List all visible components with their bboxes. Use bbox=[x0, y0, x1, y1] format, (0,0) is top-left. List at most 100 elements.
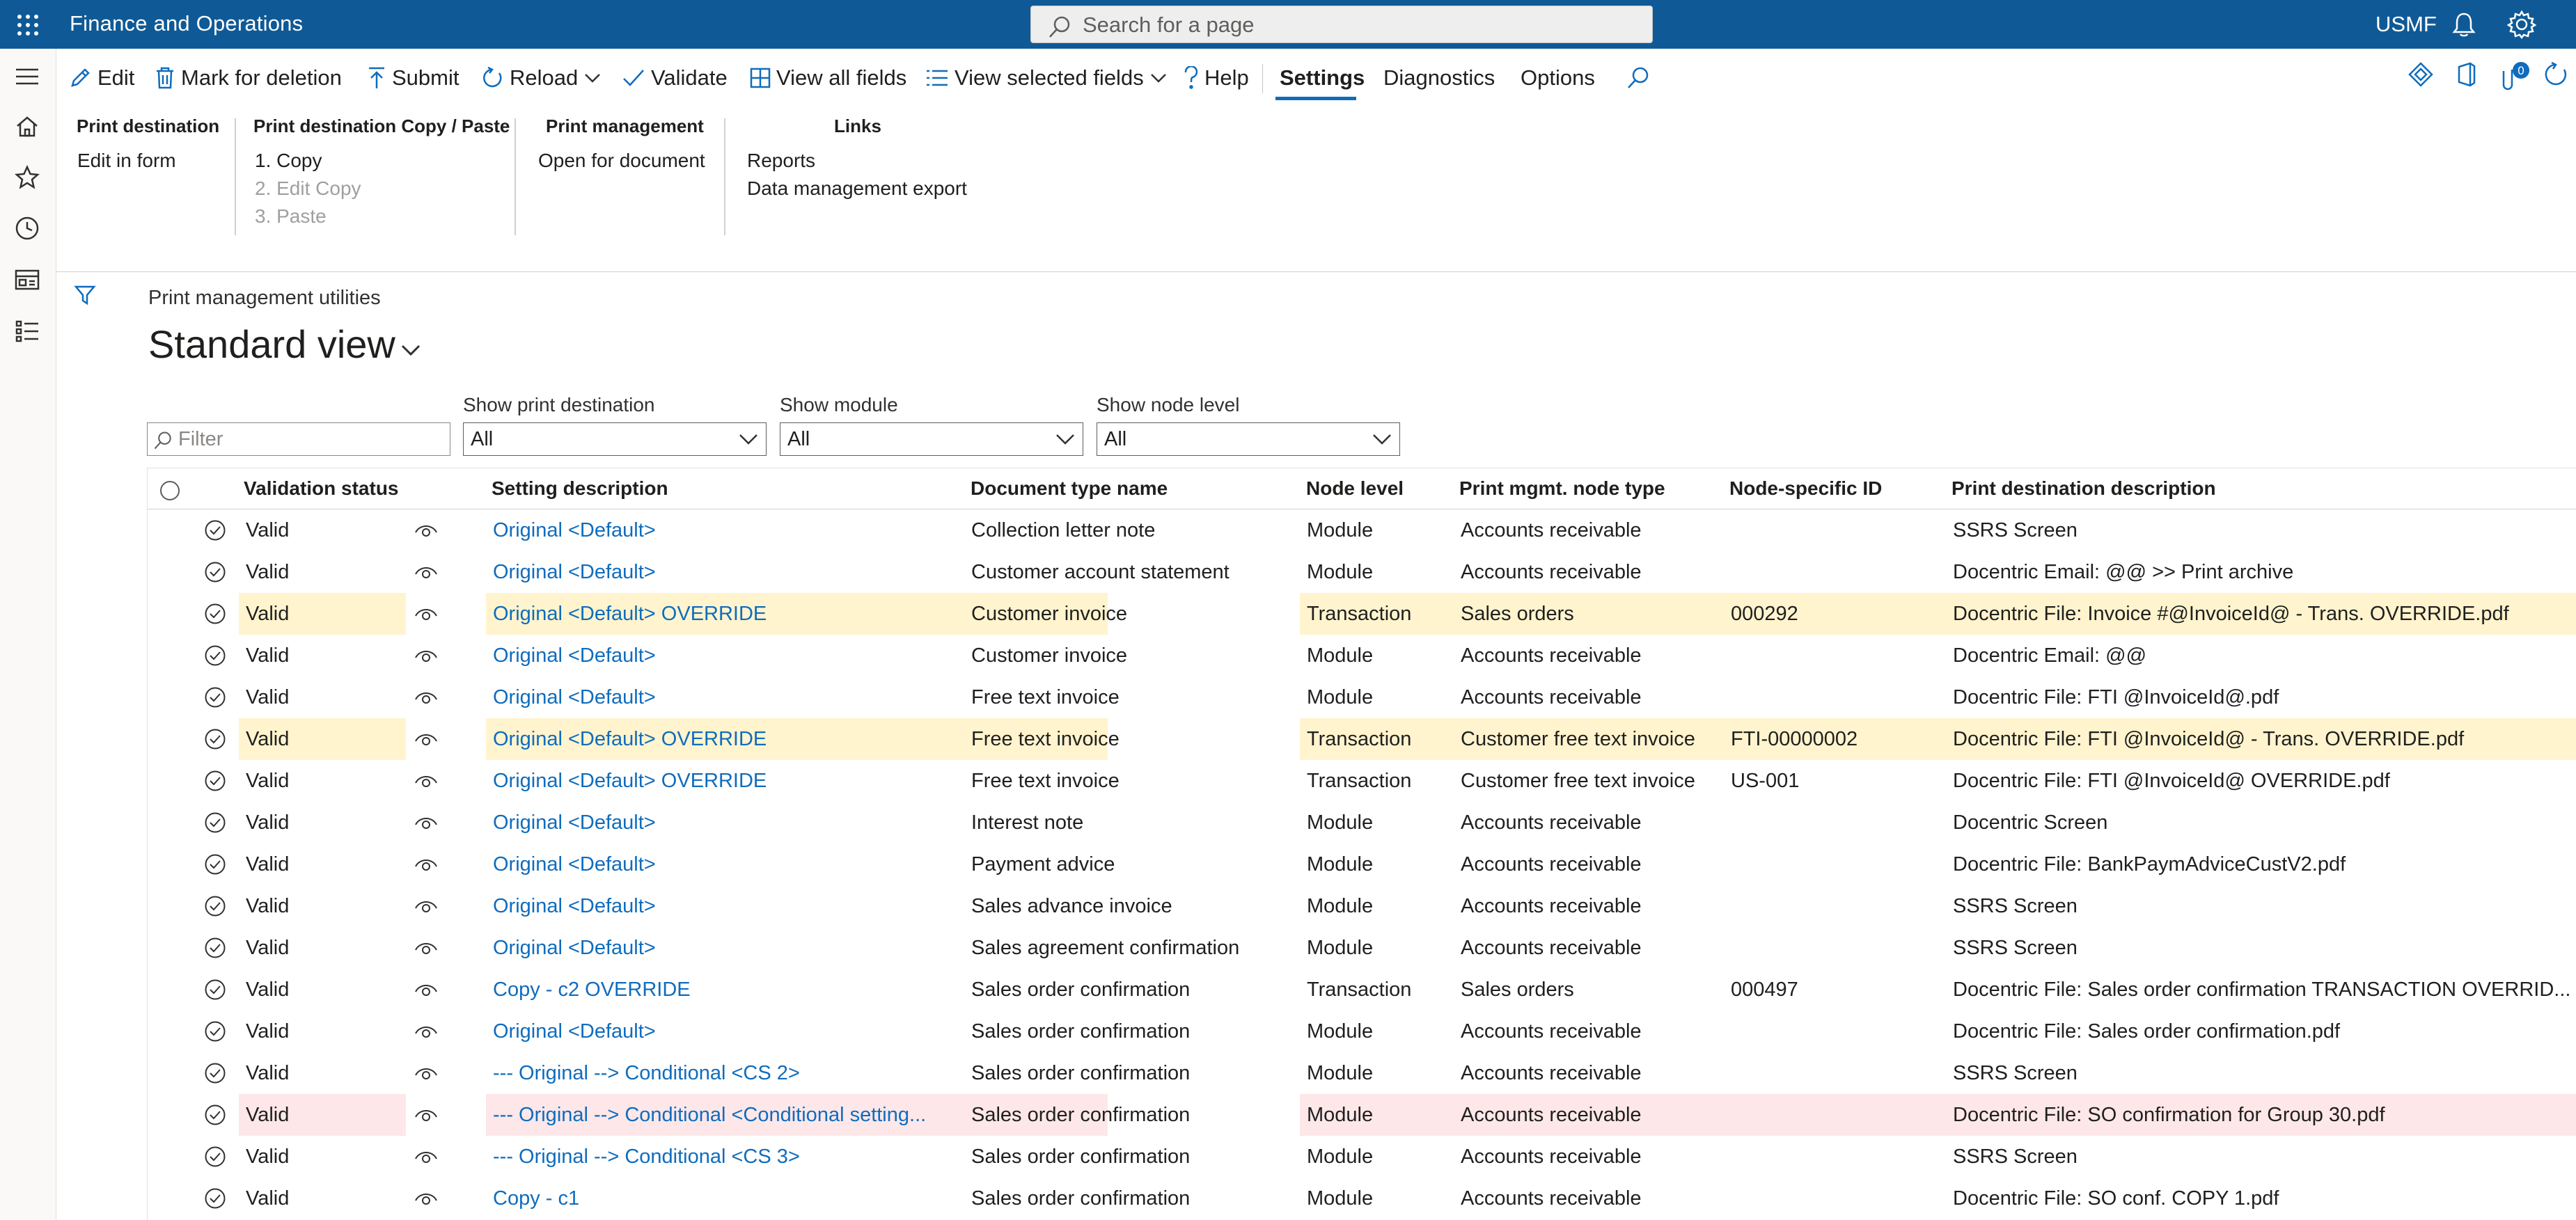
setting-description-link[interactable]: Original <Default> bbox=[493, 1011, 965, 1052]
eye-preview-icon[interactable] bbox=[414, 731, 439, 747]
page-search-box[interactable]: Search for a page bbox=[1030, 6, 1653, 43]
table-row[interactable]: Valid Original <Default> Sales advance inv… bbox=[148, 885, 2576, 927]
setting-description-link[interactable]: Original <Default> bbox=[493, 551, 965, 593]
setting-description-link[interactable]: Copy - c2 OVERRIDE bbox=[493, 969, 965, 1011]
settings-gear-icon[interactable] bbox=[2507, 10, 2536, 39]
setting-description-link[interactable]: Original <Default> bbox=[493, 885, 965, 927]
recent-clock-icon[interactable] bbox=[13, 214, 41, 242]
office-icon[interactable] bbox=[2453, 61, 2480, 88]
eye-preview-icon[interactable] bbox=[414, 1065, 439, 1082]
table-row[interactable]: Valid Original <Default> Customer account … bbox=[148, 551, 2576, 593]
setting-description-link[interactable]: --- Original --> Conditional <CS 3> bbox=[493, 1136, 965, 1178]
eye-preview-icon[interactable] bbox=[414, 814, 439, 831]
show-print-destination-dropdown[interactable]: All bbox=[463, 422, 767, 456]
setting-description-link[interactable]: Original <Default> bbox=[493, 676, 965, 718]
setting-description-link[interactable]: Original <Default> bbox=[493, 802, 965, 843]
column-header-node-level[interactable]: Node level bbox=[1306, 468, 1404, 509]
reload-button[interactable]: Reload bbox=[480, 49, 607, 107]
table-row[interactable]: Valid Original <Default> Sales agreement c… bbox=[148, 927, 2576, 969]
help-button[interactable]: Help bbox=[1184, 49, 1249, 107]
eye-preview-icon[interactable] bbox=[414, 605, 439, 622]
eye-preview-icon[interactable] bbox=[414, 1190, 439, 1207]
show-module-dropdown[interactable]: All bbox=[780, 422, 1083, 456]
eye-preview-icon[interactable] bbox=[414, 856, 439, 873]
mark-for-deletion-button[interactable]: Mark for deletion bbox=[155, 49, 342, 107]
table-row[interactable]: Valid Original <Default> OVERRIDE Free tex… bbox=[148, 760, 2576, 802]
view-selector[interactable]: Standard view bbox=[148, 322, 395, 367]
validate-button[interactable]: Validate bbox=[622, 49, 728, 107]
column-header-document-type-name[interactable]: Document type name bbox=[971, 468, 1168, 509]
power-apps-icon[interactable] bbox=[2408, 61, 2434, 88]
copy-button[interactable]: 1. Copy bbox=[255, 150, 322, 172]
column-header-print-destination[interactable]: Print destination description bbox=[1951, 468, 2216, 509]
table-row[interactable]: Valid Original <Default> Collection letter… bbox=[148, 509, 2576, 551]
table-row[interactable]: Valid Original <Default> Customer invoice M… bbox=[148, 635, 2576, 676]
eye-preview-icon[interactable] bbox=[414, 1148, 439, 1165]
edit-in-form-button[interactable]: Edit in form bbox=[77, 150, 176, 172]
setting-description-link[interactable]: --- Original --> Conditional <CS 2> bbox=[493, 1052, 965, 1094]
table-row[interactable]: Valid Original <Default> Sales order confi… bbox=[148, 1011, 2576, 1052]
app-launcher-icon[interactable] bbox=[13, 10, 43, 40]
filter-pane-funnel-icon[interactable] bbox=[74, 284, 96, 306]
company-picker[interactable]: USMF bbox=[2375, 0, 2437, 49]
grid-filter-input[interactable]: Filter bbox=[147, 422, 450, 456]
setting-description-link[interactable]: Original <Default> bbox=[493, 635, 965, 676]
notification-bell-icon[interactable] bbox=[2451, 11, 2477, 38]
workspaces-icon[interactable] bbox=[13, 266, 41, 294]
column-header-node-id[interactable]: Node-specific ID bbox=[1729, 468, 1882, 509]
table-row[interactable]: Valid Original <Default> Interest note Modu… bbox=[148, 802, 2576, 843]
hamburger-menu-icon[interactable] bbox=[13, 63, 41, 90]
setting-description-link[interactable]: Original <Default> OVERRIDE bbox=[493, 593, 965, 635]
reports-link[interactable]: Reports bbox=[747, 150, 815, 172]
column-header-validation-status[interactable]: Validation status bbox=[244, 468, 399, 509]
table-row[interactable]: Valid Original <Default> OVERRIDE Free tex… bbox=[148, 718, 2576, 760]
eye-preview-icon[interactable] bbox=[414, 647, 439, 664]
chevron-down-icon[interactable] bbox=[400, 342, 422, 358]
tab-diagnostics[interactable]: Diagnostics bbox=[1383, 49, 1495, 107]
refresh-page-icon[interactable] bbox=[2543, 61, 2569, 88]
setting-description-link[interactable]: Original <Default> bbox=[493, 927, 965, 969]
eye-preview-icon[interactable] bbox=[414, 522, 439, 539]
paste-button[interactable]: 3. Paste bbox=[255, 205, 327, 228]
setting-description-link[interactable]: Original <Default> bbox=[493, 509, 965, 551]
view-selected-fields-button[interactable]: View selected fields bbox=[925, 49, 1173, 107]
table-row[interactable]: Valid Original <Default> Free text invoice… bbox=[148, 676, 2576, 718]
setting-description-link[interactable]: Original <Default> OVERRIDE bbox=[493, 718, 965, 760]
table-row[interactable]: Valid Original <Default> OVERRIDE Customer… bbox=[148, 593, 2576, 635]
eye-preview-icon[interactable] bbox=[414, 898, 439, 914]
table-row[interactable]: Valid Copy - c2 OVERRIDE Sales order confi… bbox=[148, 969, 2576, 1011]
eye-preview-icon[interactable] bbox=[414, 981, 439, 998]
modules-list-icon[interactable] bbox=[13, 317, 41, 345]
table-row[interactable]: Valid --- Original --> Conditional <CS 3>… bbox=[148, 1136, 2576, 1178]
column-header-node-type[interactable]: Print mgmt. node type bbox=[1459, 468, 1665, 509]
table-row[interactable]: Valid --- Original --> Conditional <CS 2>… bbox=[148, 1052, 2576, 1094]
valid-check-icon bbox=[204, 1020, 226, 1043]
eye-preview-icon[interactable] bbox=[414, 940, 439, 956]
table-row[interactable]: Valid --- Original --> Conditional <Condi… bbox=[148, 1094, 2576, 1136]
attachments-badge-icon[interactable]: 0 bbox=[2497, 61, 2531, 92]
table-row[interactable]: Valid Original <Default> Payment advice Mod… bbox=[148, 843, 2576, 885]
setting-description-link[interactable]: Original <Default> bbox=[493, 843, 965, 885]
favorites-star-icon[interactable] bbox=[13, 164, 41, 191]
column-header-setting-description[interactable]: Setting description bbox=[492, 468, 668, 509]
view-all-fields-button[interactable]: View all fields bbox=[750, 49, 906, 107]
submit-button[interactable]: Submit bbox=[367, 49, 459, 107]
eye-preview-icon[interactable] bbox=[414, 1107, 439, 1123]
edit-button[interactable]: Edit bbox=[68, 49, 134, 107]
tab-options[interactable]: Options bbox=[1521, 49, 1595, 107]
eye-preview-icon[interactable] bbox=[414, 689, 439, 706]
select-all-checkbox[interactable] bbox=[159, 480, 180, 501]
setting-description-link[interactable]: Copy - c1 bbox=[493, 1178, 965, 1219]
data-management-export-link[interactable]: Data management export bbox=[747, 177, 967, 200]
eye-preview-icon[interactable] bbox=[414, 564, 439, 580]
table-row[interactable]: Valid Copy - c1 Sales order confirmation Mo… bbox=[148, 1178, 2576, 1219]
home-icon[interactable] bbox=[13, 113, 41, 141]
show-node-level-dropdown[interactable]: All bbox=[1097, 422, 1400, 456]
action-search-button[interactable] bbox=[1626, 49, 1656, 107]
setting-description-link[interactable]: Original <Default> OVERRIDE bbox=[493, 760, 965, 802]
edit-copy-button[interactable]: 2. Edit Copy bbox=[255, 177, 361, 200]
setting-description-link[interactable]: --- Original --> Conditional <Conditiona… bbox=[493, 1094, 965, 1136]
eye-preview-icon[interactable] bbox=[414, 1023, 439, 1040]
open-for-document-button[interactable]: Open for document bbox=[538, 150, 705, 172]
eye-preview-icon[interactable] bbox=[414, 773, 439, 789]
